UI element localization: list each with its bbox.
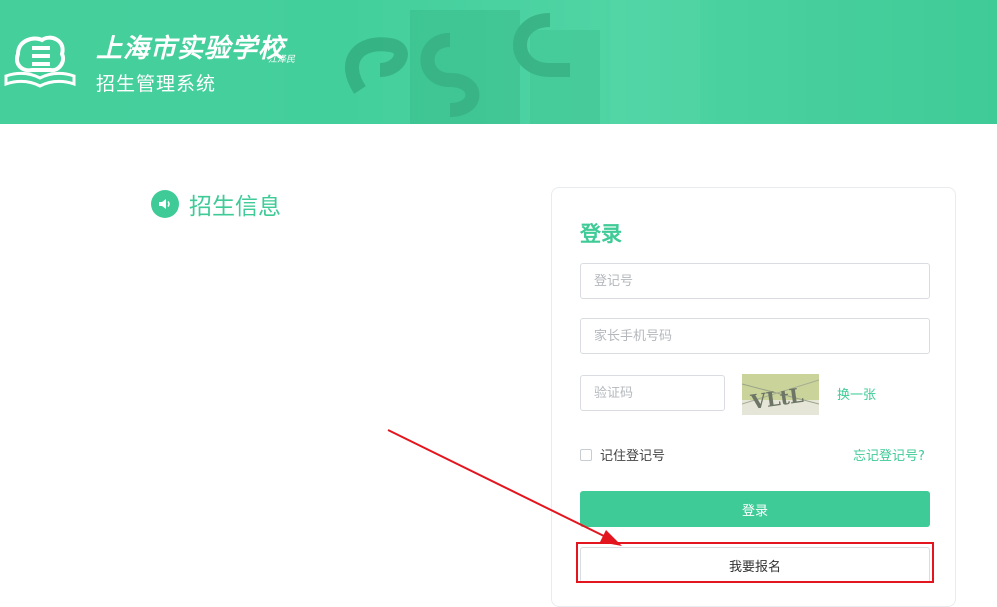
admission-info-title: 招生信息 [189,194,281,220]
school-name: 上海市实验学校 [96,34,286,64]
school-book-logo-icon [4,35,76,88]
captcha-image[interactable]: VLtL [742,374,819,415]
refresh-captcha-link[interactable]: 换一张 [837,384,876,403]
admission-info-heading: 招生信息 [151,187,281,221]
campus-background-art [345,0,700,124]
campus-signature: 江泽民 [268,55,296,65]
parent-phone-input[interactable] [580,318,930,354]
remember-registration[interactable]: 记住登记号 [580,445,665,464]
forgot-registration-link[interactable]: 忘记登记号? [853,445,925,464]
header: 上海市实验学校 江泽民 招生管理系统 [0,0,997,124]
system-name: 招生管理系统 [96,73,217,95]
verification-code-input[interactable] [580,375,725,411]
login-title: 登录 [580,222,622,246]
registration-number-input[interactable] [580,263,930,299]
login-panel: 登录 VLtL 换一张 记住登记号 忘记登记号? 登录 我要报名 [551,187,956,607]
remember-checkbox[interactable] [580,448,592,461]
speaker-icon [151,190,179,218]
register-button[interactable]: 我要报名 [580,547,930,583]
login-button[interactable]: 登录 [580,491,930,527]
remember-label: 记住登记号 [600,449,666,464]
